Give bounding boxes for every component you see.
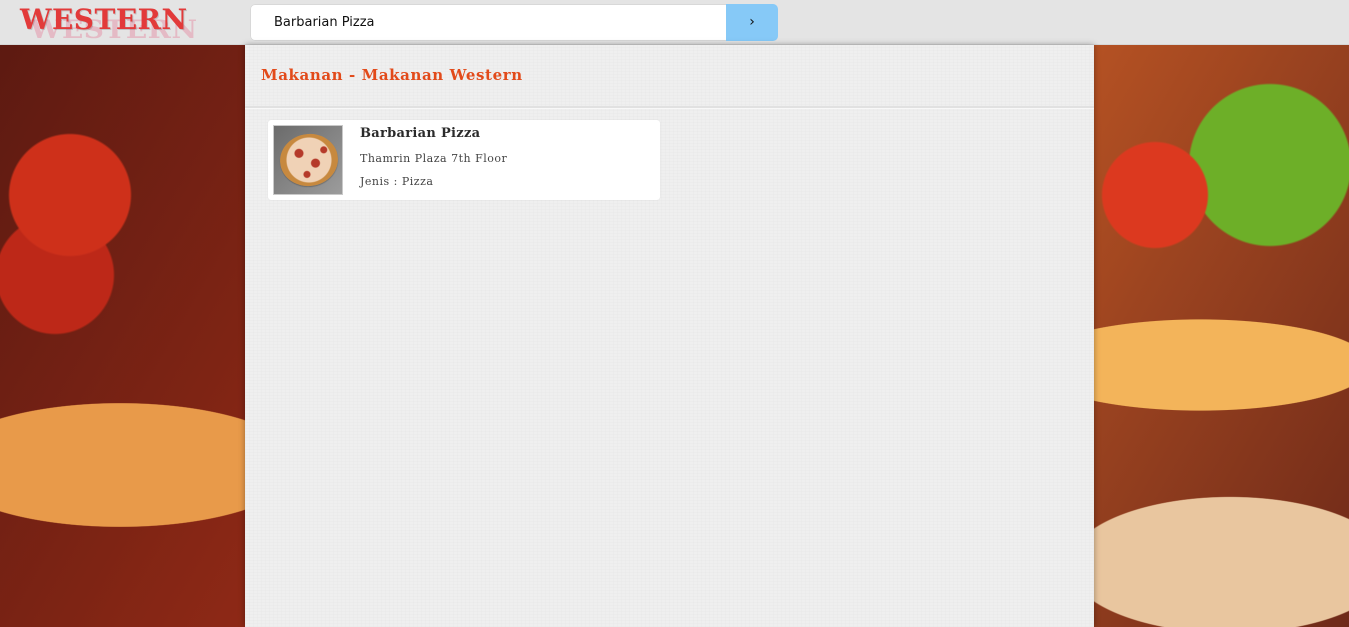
logo-text[interactable]: WESTERN	[20, 3, 188, 36]
restaurant-name[interactable]: Barbarian Pizza	[360, 126, 480, 141]
results-panel: Makanan - Makanan Western Barbarian Pizz…	[245, 45, 1094, 627]
site-logo[interactable]: WESTERN WESTERN	[20, 3, 197, 44]
search-input[interactable]	[250, 4, 726, 41]
panel-header: Makanan - Makanan Western	[245, 45, 1094, 108]
restaurant-address: Thamrin Plaza 7th Floor	[360, 152, 508, 165]
restaurant-card[interactable]: Barbarian Pizza Thamrin Plaza 7th Floor …	[268, 120, 660, 200]
page-title: Makanan - Makanan Western	[261, 66, 523, 84]
search-bar: ›	[250, 4, 778, 41]
pizza-image	[276, 130, 342, 190]
search-submit-button[interactable]: ›	[726, 4, 778, 41]
restaurant-type: Jenis : Pizza	[360, 175, 434, 188]
restaurant-thumbnail[interactable]	[273, 125, 343, 195]
top-bar: WESTERN WESTERN ›	[0, 0, 1349, 45]
